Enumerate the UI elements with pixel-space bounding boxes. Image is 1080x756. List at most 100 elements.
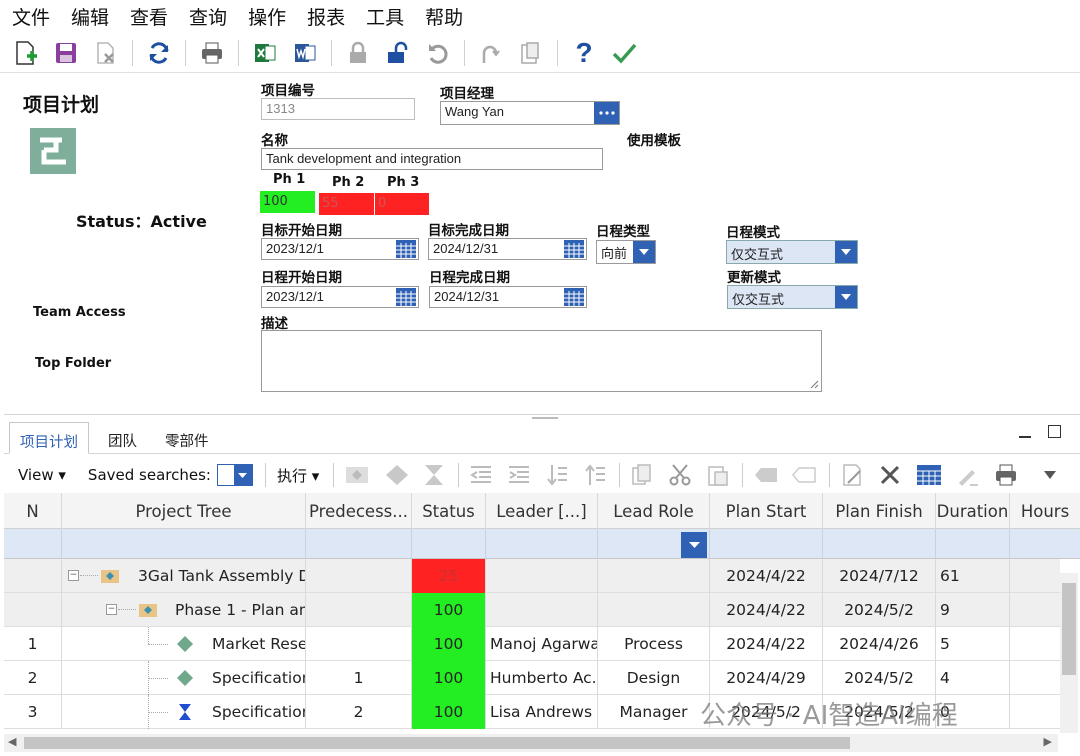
calendar-icon[interactable] [394,239,418,259]
tag-outline-icon[interactable] [791,465,817,485]
template-label: 使用模板 [627,133,681,149]
chevron-down-icon[interactable] [633,241,655,263]
column-header-plan-finish[interactable]: Plan Finish [823,493,936,529]
menu-query[interactable]: 查询 [189,3,227,30]
manager-lookup-button[interactable] [594,102,619,124]
scroll-right-icon[interactable]: ▶ [1044,735,1052,748]
menu-report[interactable]: 报表 [307,3,345,30]
unlock-icon[interactable] [384,39,412,67]
column-header-hours[interactable]: Hours [1010,493,1080,529]
column-header-status[interactable]: Status [412,493,486,529]
vertical-scrollbar[interactable] [1060,573,1078,733]
column-header-lead-role[interactable]: Lead Role [598,493,710,529]
minimize-icon[interactable] [1019,436,1031,438]
save-icon[interactable] [52,39,80,67]
redo-icon[interactable] [477,39,505,67]
pane-splitter[interactable] [4,414,1080,422]
table-row[interactable]: − Phase 1 - Plan and 100 2024/4/22 2024/… [4,593,1060,627]
chevron-down-icon[interactable] [835,241,857,263]
horizontal-scrollbar[interactable]: ◀ ▶ [4,734,1058,752]
calendar-icon[interactable] [394,287,418,307]
resize-handle-icon[interactable] [810,380,819,389]
schedule-finish-field[interactable]: 2024/12/31 [429,286,587,308]
print-icon[interactable] [994,463,1018,487]
chevron-down-icon[interactable] [1044,471,1057,479]
manager-field[interactable]: Wang Yan [440,101,620,125]
calendar-icon[interactable] [562,287,586,307]
project-tree-label: Specification [212,669,306,687]
name-field[interactable]: Tank development and integration [261,148,603,170]
schedule-type-select[interactable]: 向前 [596,240,656,264]
menu-action[interactable]: 操作 [248,3,286,30]
schedule-mode-select[interactable]: 仅交互式 [726,240,858,264]
menu-tools[interactable]: 工具 [366,3,404,30]
add-gate-icon[interactable] [422,463,446,487]
help-icon[interactable]: ? [570,37,598,68]
column-header-duration[interactable]: Duration [936,493,1010,529]
saved-searches-select[interactable] [216,464,253,486]
horizontal-scroll-thumb[interactable] [24,737,850,749]
column-header-n[interactable]: N [4,493,62,529]
menu-view[interactable]: 查看 [130,3,168,30]
vertical-scroll-thumb[interactable] [1062,583,1076,675]
lead-role-filter[interactable] [598,529,710,559]
column-header-plan-start[interactable]: Plan Start [710,493,823,529]
word-icon[interactable] [291,39,319,67]
tab-team[interactable]: 团队 [98,422,147,454]
menu-help[interactable]: 帮助 [425,3,463,30]
chevron-down-icon[interactable] [681,532,707,558]
tag-icon[interactable] [753,465,779,485]
tab-parts[interactable]: 零部件 [155,422,219,454]
copy-icon[interactable] [630,463,654,487]
update-mode-select[interactable]: 仅交互式 [727,285,858,309]
move-down-icon[interactable] [545,463,569,487]
table-row[interactable]: 2 Specification 1 100 Humberto Ac... Des… [4,661,1060,695]
delete-icon[interactable] [92,39,120,67]
paste-icon[interactable] [517,39,545,67]
edit-icon[interactable] [840,463,864,487]
schedule-start-label: 日程开始日期 [261,270,342,286]
column-header-leader[interactable]: Leader [...] [486,493,598,529]
maximize-icon[interactable] [1048,425,1061,438]
chevron-down-icon[interactable] [233,465,252,485]
cut-icon[interactable] [668,463,692,487]
target-finish-field[interactable]: 2024/12/31 [428,238,587,260]
project-number-field[interactable]: 1313 [261,98,415,120]
print-icon[interactable] [198,39,226,67]
description-textarea[interactable] [261,330,822,392]
refresh-icon[interactable] [145,39,173,67]
paste-icon[interactable] [706,463,730,487]
close-icon[interactable] [878,463,902,487]
scroll-left-icon[interactable]: ◀ [8,735,16,748]
table-row[interactable]: − 3Gal Tank Assembly Dev 25 2024/4/22 20… [4,559,1060,593]
chevron-down-icon[interactable] [835,286,857,308]
brush-icon[interactable] [956,463,980,487]
collapse-toggle-icon[interactable]: − [68,570,79,581]
view-menu[interactable]: View ▾ [18,466,66,484]
check-icon[interactable] [610,39,638,67]
menu-file[interactable]: 文件 [12,3,50,30]
collapse-toggle-icon[interactable]: − [106,604,117,615]
new-icon[interactable] [12,39,40,67]
indent-icon[interactable] [507,463,531,487]
target-start-field[interactable]: 2023/12/1 [261,238,419,260]
execute-menu[interactable]: 执行 ▾ [277,465,319,486]
menu-edit[interactable]: 编辑 [71,3,109,30]
excel-icon[interactable] [251,39,279,67]
outdent-icon[interactable] [469,463,493,487]
phase-1-label: Ph 1 [273,172,306,187]
add-milestone-icon[interactable] [384,463,410,487]
page-title: 项目计划 [23,94,100,116]
lock-icon[interactable] [344,39,372,67]
calendar-icon[interactable] [562,239,586,259]
column-header-project-tree[interactable]: Project Tree [62,493,306,529]
move-up-icon[interactable] [583,463,607,487]
grid-icon[interactable] [916,463,942,487]
undo-icon[interactable] [424,39,452,67]
column-header-predecessors[interactable]: Predecess... [306,493,412,529]
schedule-start-field[interactable]: 2023/12/1 [261,286,419,308]
tab-project-plan[interactable]: 项目计划 [9,422,89,454]
table-row[interactable]: 1 Market Resea 100 Manoj Agarwal Process… [4,627,1060,661]
add-phase-icon[interactable] [344,463,370,487]
phase-2-label: Ph 2 [332,175,365,190]
